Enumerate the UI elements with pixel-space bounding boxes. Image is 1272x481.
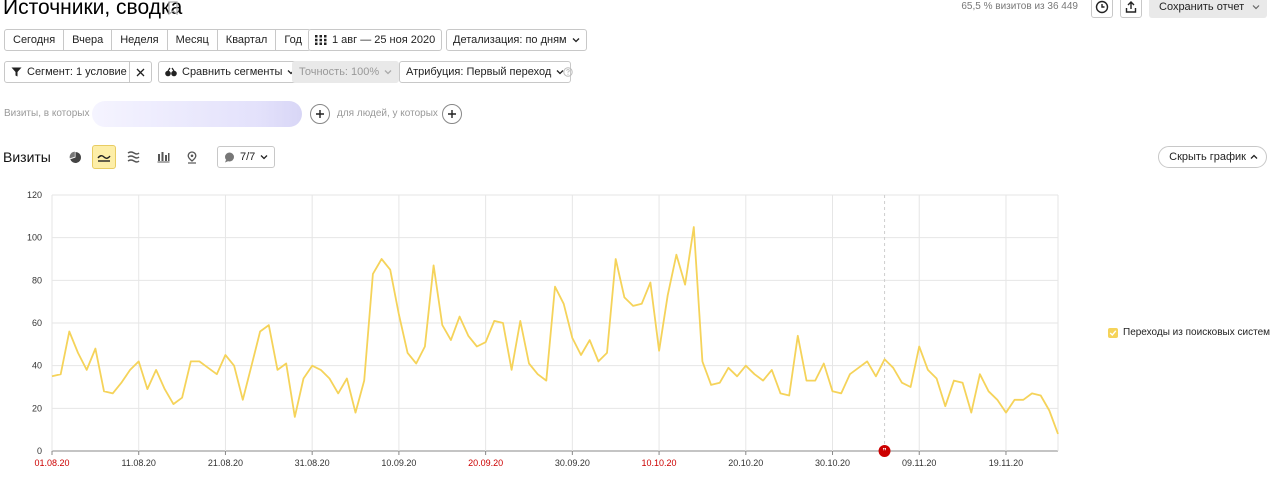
bar-chart-icon	[157, 152, 169, 163]
x-tick-label: 10.10.20	[642, 458, 677, 468]
y-tick-label: 0	[37, 446, 42, 456]
x-tick-label: 20.09.20	[468, 458, 503, 468]
chevron-down-icon	[1252, 5, 1260, 10]
date-range-label: 1 авг — 25 ноя 2020	[332, 34, 436, 46]
clear-segment-button[interactable]	[129, 61, 152, 83]
detail-dropdown[interactable]: Детализация: по дням	[446, 29, 587, 51]
visits-condition-label: Визиты, в которых	[4, 108, 90, 119]
accuracy-label: Точность: 100%	[299, 66, 380, 78]
history-button[interactable]	[1091, 0, 1113, 18]
chart-type-pie[interactable]	[63, 145, 87, 169]
annotation-marker-glyph: ”	[883, 447, 887, 456]
y-tick-label: 40	[32, 361, 42, 371]
clock-icon	[1095, 0, 1109, 14]
filter-icon	[11, 67, 22, 77]
area-chart-icon	[127, 151, 139, 163]
x-tick-label: 30.09.20	[555, 458, 590, 468]
pie-chart-icon	[69, 151, 81, 163]
page-title: Источники, сводка	[3, 0, 183, 19]
chart-title: Визиты	[3, 149, 51, 165]
series-line-search-traffic	[51, 226, 1059, 435]
chevron-down-icon	[572, 38, 580, 43]
attribution-dropdown[interactable]: Атрибуция: Первый переход	[399, 61, 572, 83]
hide-chart-label: Скрыть график	[1169, 151, 1246, 163]
chevron-down-icon	[384, 70, 392, 75]
period-month[interactable]: Месяц	[168, 30, 218, 50]
add-people-condition-button[interactable]	[442, 104, 462, 124]
compare-segments-dropdown[interactable]: Сравнить сегменты	[158, 61, 303, 83]
close-icon	[136, 68, 145, 76]
bookmark-icon[interactable]	[168, 1, 178, 15]
period-quarter[interactable]: Квартал	[218, 30, 277, 50]
period-selector: Сегодня Вчера Неделя Месяц Квартал Год	[4, 29, 311, 51]
chevron-up-icon	[1250, 154, 1258, 159]
period-year[interactable]: Год	[276, 30, 310, 50]
period-week[interactable]: Неделя	[112, 30, 168, 50]
people-condition-label: для людей, у которых	[337, 108, 438, 119]
x-tick-label: 19.11.20	[989, 458, 1023, 468]
visits-summary: 65,5 % визитов из 36 449	[961, 1, 1078, 12]
line-chart-icon	[97, 155, 111, 162]
segment-dropdown[interactable]: Сегмент: 1 условие	[4, 61, 147, 83]
visits-line-chart: 0 20 40 60 80 100 120 01.08.20 11.08.20 21.08.20 3…	[27, 190, 1059, 468]
x-tick-label: 09.11.20	[902, 458, 936, 468]
accuracy-dropdown[interactable]: Точность: 100%	[292, 61, 400, 83]
x-tick-label: 11.08.20	[122, 458, 156, 468]
check-icon	[1109, 329, 1117, 336]
x-tick-label: 10.09.20	[381, 458, 416, 468]
x-tick-label: 31.08.20	[295, 458, 330, 468]
chart-type-map[interactable]	[180, 145, 204, 169]
metrics-count: 7/7	[240, 151, 256, 163]
date-range-button[interactable]: 1 авг — 25 ноя 2020	[308, 29, 443, 51]
y-tick-label: 100	[27, 233, 42, 243]
legend-label: Переходы из поисковых систем	[1123, 327, 1271, 338]
y-tick-label: 120	[27, 190, 42, 200]
period-yesterday[interactable]: Вчера	[64, 30, 113, 50]
x-tick-label: 20.10.20	[728, 458, 763, 468]
y-tick-label: 20	[32, 403, 42, 413]
compare-segments-label: Сравнить сегменты	[182, 66, 283, 78]
chart-type-area[interactable]	[121, 145, 145, 169]
period-today[interactable]: Сегодня	[5, 30, 65, 50]
y-tick-label: 80	[32, 275, 42, 285]
x-tick-label: 30.10.20	[815, 458, 850, 468]
segment-label: Сегмент: 1 условие	[27, 66, 127, 78]
save-report-button[interactable]: Сохранить отчет	[1149, 0, 1267, 18]
x-tick-label: 01.08.20	[34, 458, 69, 468]
condition-value[interactable]	[92, 101, 302, 127]
detail-label: Детализация: по дням	[453, 34, 567, 46]
save-report-label: Сохранить отчет	[1159, 1, 1245, 13]
export-button[interactable]	[1120, 0, 1142, 18]
plus-icon	[316, 110, 324, 118]
chart-type-bar[interactable]	[151, 145, 175, 169]
help-icon[interactable]	[563, 67, 573, 77]
y-tick-label: 60	[32, 318, 42, 328]
calendar-icon	[315, 35, 327, 45]
chart-type-line[interactable]	[92, 145, 116, 169]
speech-bubble-icon	[225, 152, 234, 162]
plus-icon	[448, 110, 456, 118]
hide-chart-button[interactable]: Скрыть график	[1158, 146, 1267, 168]
attribution-label: Атрибуция: Первый переход	[406, 66, 552, 78]
x-tick-label: 21.08.20	[208, 458, 243, 468]
compare-icon	[165, 67, 177, 77]
chevron-down-icon	[260, 155, 268, 160]
legend-checkbox[interactable]	[1108, 327, 1118, 338]
add-visit-condition-button[interactable]	[310, 104, 330, 124]
metrics-selector[interactable]: 7/7	[217, 146, 276, 168]
share-icon	[1125, 1, 1137, 13]
map-pin-icon	[187, 150, 197, 164]
chart-legend: Переходы из поисковых систем	[1108, 327, 1270, 338]
